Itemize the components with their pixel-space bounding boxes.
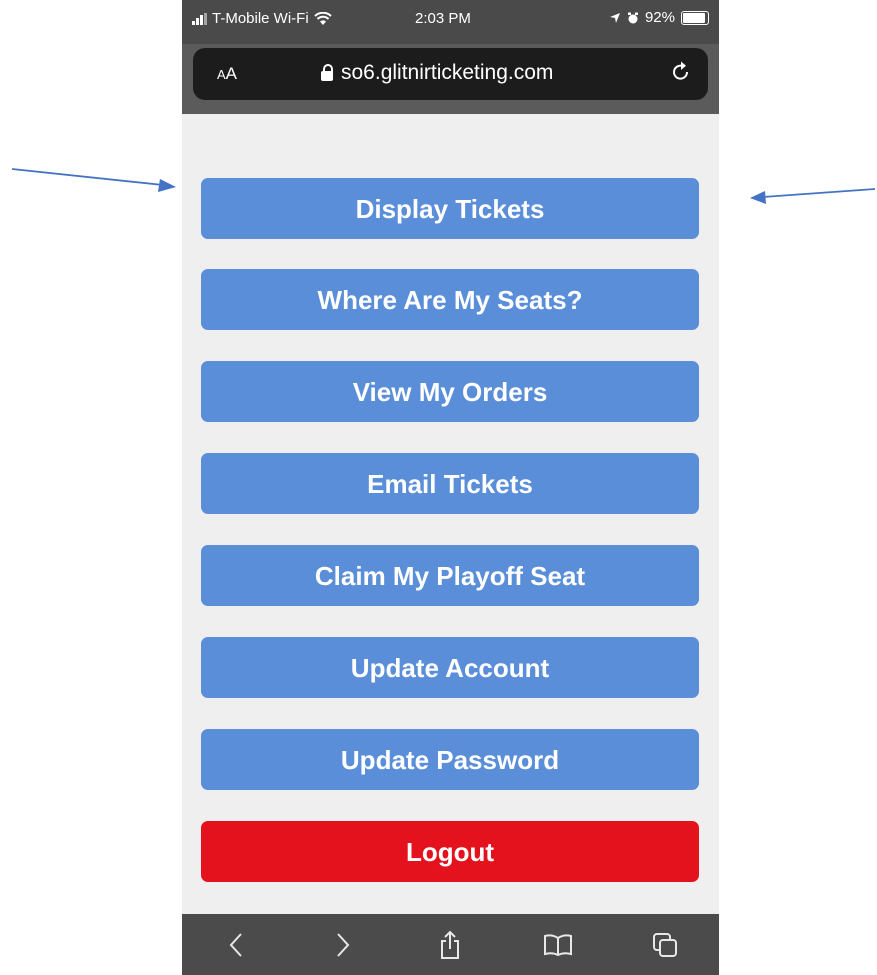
claim-playoff-seat-button[interactable]: Claim My Playoff Seat xyxy=(201,545,699,606)
battery-percent: 92% xyxy=(644,9,675,26)
location-icon xyxy=(609,12,620,23)
bookmarks-icon[interactable] xyxy=(528,933,588,957)
browser-toolbar xyxy=(182,914,719,975)
update-account-button[interactable]: Update Account xyxy=(201,637,699,698)
display-tickets-button[interactable]: Display Tickets xyxy=(201,178,699,239)
carrier-label: T-Mobile Wi-Fi xyxy=(212,10,309,27)
email-tickets-button[interactable]: Email Tickets xyxy=(201,453,699,514)
logout-button[interactable]: Logout xyxy=(201,821,699,882)
phone-screen: T-Mobile Wi-Fi 2:03 PM 92% AA so6.glitni… xyxy=(182,0,719,975)
reload-icon[interactable] xyxy=(670,60,692,84)
alarm-icon xyxy=(627,12,638,23)
signal-icon xyxy=(192,12,207,25)
reader-settings-button[interactable]: AA xyxy=(217,64,237,84)
forward-icon[interactable] xyxy=(313,932,373,958)
annotation-arrow-right xyxy=(750,188,876,204)
battery-icon xyxy=(681,10,709,25)
url-text: so6.glitnirticketing.com xyxy=(341,61,554,84)
back-icon[interactable] xyxy=(206,932,266,958)
lock-icon xyxy=(321,64,333,81)
share-icon[interactable] xyxy=(420,930,480,960)
where-are-my-seats-button[interactable]: Where Are My Seats? xyxy=(201,269,699,330)
tabs-icon[interactable] xyxy=(635,932,695,958)
wifi-icon xyxy=(313,11,332,25)
update-password-button[interactable]: Update Password xyxy=(201,729,699,790)
clock: 2:03 PM xyxy=(415,10,471,27)
address-bar-area: AA so6.glitnirticketing.com xyxy=(182,44,719,114)
status-bar: T-Mobile Wi-Fi 2:03 PM 92% xyxy=(182,0,719,44)
address-bar[interactable]: AA so6.glitnirticketing.com xyxy=(193,48,708,100)
view-my-orders-button[interactable]: View My Orders xyxy=(201,361,699,422)
annotation-arrow-left xyxy=(11,168,176,192)
